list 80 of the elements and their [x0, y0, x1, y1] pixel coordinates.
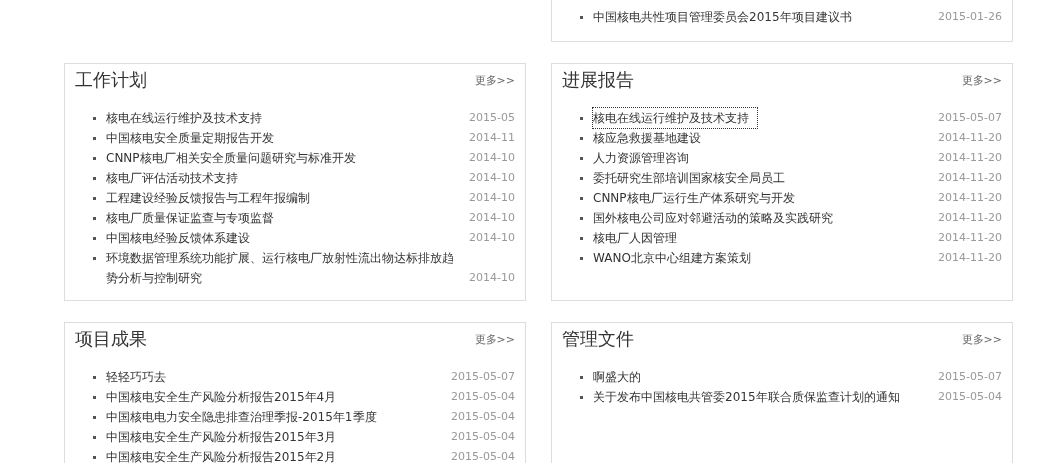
- bullet-icon: [93, 376, 96, 379]
- bullet-icon: [580, 137, 583, 140]
- item-date: 2014-10: [469, 270, 515, 286]
- item-date: 2015-05-07: [938, 110, 1002, 126]
- item-date: 2015-05: [469, 110, 515, 126]
- item-link[interactable]: 国外核电公司应对邻避活动的策略及实践研究: [593, 208, 939, 228]
- item-date: 2014-10: [469, 170, 515, 186]
- bullet-icon: [580, 157, 583, 160]
- item-link[interactable]: WANO北京中心组建方案策划: [593, 248, 939, 268]
- item-link[interactable]: 环境数据管理系统功能扩展、运行核电厂放射性流出物达标排放趋势分析与控制研究: [106, 248, 470, 288]
- bullet-icon: [93, 177, 96, 180]
- item-link[interactable]: 委托研究生部培训国家核安全局员工: [593, 168, 939, 188]
- bullet-icon: [93, 117, 96, 120]
- bullet-icon: [93, 396, 96, 399]
- item-link[interactable]: 轻轻巧巧去: [106, 367, 452, 387]
- bullet-icon: [580, 396, 583, 399]
- item-date: 2015-05-04: [938, 389, 1002, 405]
- bullet-icon: [93, 416, 96, 419]
- item-date: 2014-11-20: [938, 170, 1002, 186]
- item-link[interactable]: 中国核电安全生产风险分析报告2015年2月: [106, 447, 452, 463]
- bullet-icon: [580, 197, 583, 200]
- bullet-icon: [93, 137, 96, 140]
- item-date: 2014-11-20: [938, 210, 1002, 226]
- item-date: 2014-11-20: [938, 130, 1002, 146]
- bullet-icon: [580, 117, 583, 120]
- item-link[interactable]: 中国核电安全生产风险分析报告2015年3月: [106, 427, 452, 447]
- item-link[interactable]: 核电厂质量保证监查与专项监督: [106, 208, 470, 228]
- bullet-icon: [93, 436, 96, 439]
- item-link[interactable]: 中国核电共性项目管理委员会2015年项目建议书: [593, 7, 939, 27]
- item-date: 2014-11-20: [938, 250, 1002, 266]
- item-link[interactable]: 中国核电电力安全隐患排查治理季报-2015年1季度: [106, 407, 452, 427]
- item-date: 2014-11-20: [938, 190, 1002, 206]
- bullet-icon: [93, 197, 96, 200]
- item-link[interactable]: 核电在线运行维护及技术支持: [593, 108, 757, 128]
- bullet-icon: [580, 237, 583, 240]
- item-link[interactable]: 中国核电安全生产风险分析报告2015年4月: [106, 387, 452, 407]
- item-date: 2015-01-26: [938, 9, 1002, 25]
- bullet-icon: [580, 257, 583, 260]
- more-link[interactable]: 更多>>: [474, 72, 515, 88]
- bullet-icon: [580, 177, 583, 180]
- item-date: 2015-05-04: [451, 389, 515, 405]
- item-date: 2015-05-04: [451, 409, 515, 425]
- item-link[interactable]: 核电厂人因管理: [593, 228, 939, 248]
- more-link[interactable]: 更多>>: [961, 331, 1002, 347]
- item-link[interactable]: 中国核电安全质量定期报告开发: [106, 128, 470, 148]
- item-link[interactable]: CNNP核电厂相关安全质量问题研究与标准开发: [106, 148, 470, 168]
- item-link[interactable]: CNNP核电厂运行生产体系研究与开发: [593, 188, 939, 208]
- item-link[interactable]: 人力资源管理咨询: [593, 148, 939, 168]
- bullet-icon: [93, 157, 96, 160]
- item-link[interactable]: 关于发布中国核电共管委2015年联合质保监查计划的通知: [593, 387, 939, 407]
- panel-title: 进展报告: [562, 68, 634, 92]
- bullet-icon: [93, 237, 96, 240]
- item-date: 2014-11-20: [938, 150, 1002, 166]
- item-link[interactable]: 啊盛大的: [593, 367, 939, 387]
- item-date: 2014-10: [469, 230, 515, 246]
- item-link[interactable]: 核应急救援基地建设: [593, 128, 939, 148]
- bullet-icon: [580, 376, 583, 379]
- panel-title: 工作计划: [75, 68, 147, 92]
- item-date: 2014-11: [469, 130, 515, 146]
- bullet-icon: [580, 16, 583, 19]
- item-link[interactable]: 核电厂评估活动技术支持: [106, 168, 470, 188]
- item-date: 2015-05-07: [451, 369, 515, 385]
- item-date: 2015-05-04: [451, 429, 515, 445]
- more-link[interactable]: 更多>>: [474, 331, 515, 347]
- item-date: 2014-10: [469, 210, 515, 226]
- bullet-icon: [93, 217, 96, 220]
- more-link[interactable]: 更多>>: [961, 72, 1002, 88]
- panel-title: 管理文件: [562, 327, 634, 351]
- bullet-icon: [93, 456, 96, 459]
- bullet-icon: [93, 257, 96, 260]
- item-date: 2014-11-20: [938, 230, 1002, 246]
- item-date: 2015-05-04: [451, 449, 515, 463]
- item-link[interactable]: 中国核电经验反馈体系建设: [106, 228, 470, 248]
- item-date: 2015-05-07: [938, 369, 1002, 385]
- item-date: 2014-10: [469, 190, 515, 206]
- item-link[interactable]: 工程建设经验反馈报告与工程年报编制: [106, 188, 470, 208]
- item-link[interactable]: 核电在线运行维护及技术支持: [106, 108, 470, 128]
- bullet-icon: [580, 217, 583, 220]
- item-date: 2014-10: [469, 150, 515, 166]
- panel-title: 项目成果: [75, 327, 147, 351]
